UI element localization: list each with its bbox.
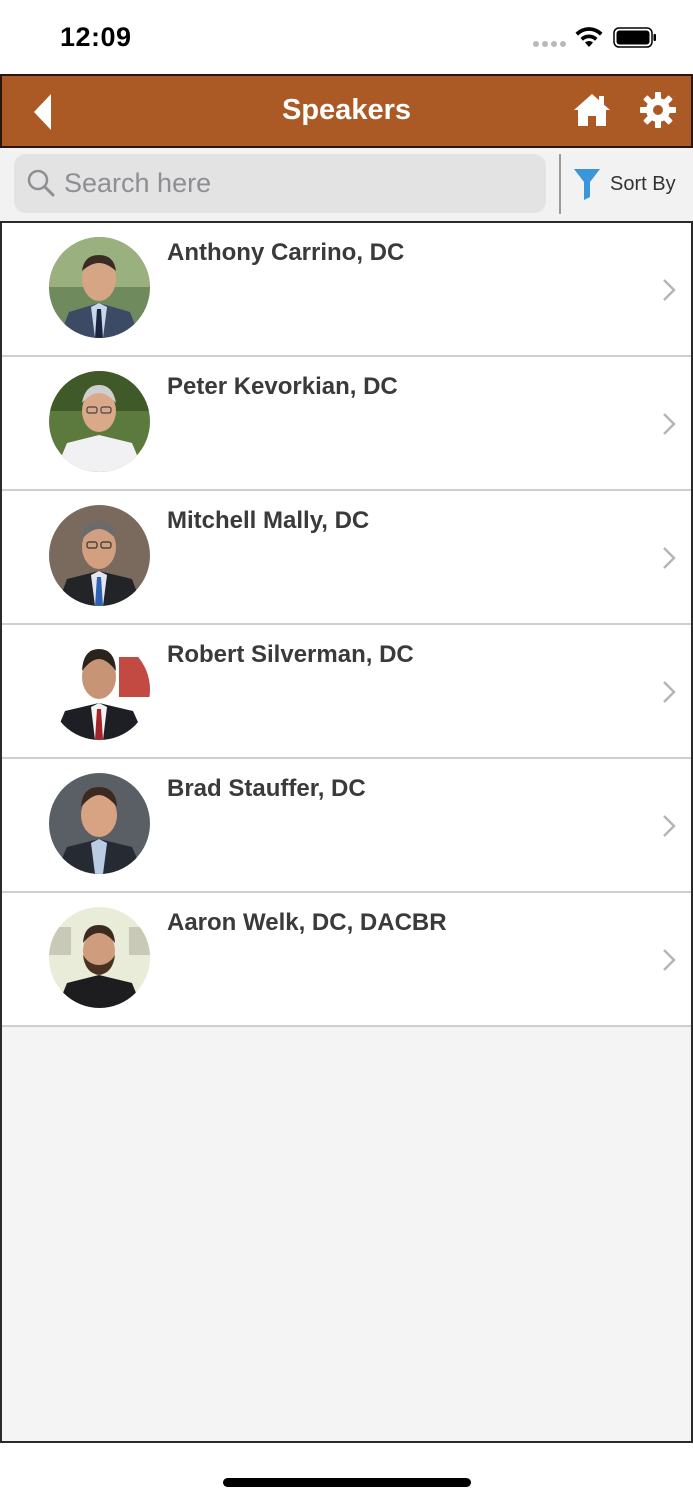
- cellular-signal-icon: [533, 41, 566, 47]
- speaker-name: Brad Stauffer, DC: [167, 775, 366, 802]
- search-box[interactable]: [14, 154, 546, 213]
- settings-button[interactable]: [638, 90, 678, 130]
- chevron-right-icon: [663, 413, 676, 435]
- chevron-right-icon: [663, 681, 676, 703]
- avatar: [49, 371, 150, 472]
- search-bar: Sort By: [0, 148, 693, 221]
- wifi-icon: [575, 27, 603, 47]
- chevron-right-icon: [663, 547, 676, 569]
- list-item[interactable]: Aaron Welk, DC, DACBR: [2, 893, 691, 1027]
- list-item[interactable]: Peter Kevorkian, DC: [2, 357, 691, 491]
- speaker-name: Robert Silverman, DC: [167, 641, 414, 668]
- chevron-right-icon: [663, 949, 676, 971]
- speaker-name: Mitchell Mally, DC: [167, 507, 370, 534]
- chevron-right-icon: [663, 279, 676, 301]
- speaker-name: Aaron Welk, DC, DACBR: [167, 909, 447, 936]
- avatar: [49, 639, 150, 740]
- avatar: [49, 505, 150, 606]
- avatar: [49, 907, 150, 1008]
- list-item[interactable]: Mitchell Mally, DC: [2, 491, 691, 625]
- home-button[interactable]: [572, 90, 612, 130]
- battery-icon: [613, 27, 656, 48]
- home-indicator[interactable]: [223, 1478, 471, 1487]
- avatar: [49, 237, 150, 338]
- speaker-name: Anthony Carrino, DC: [167, 239, 405, 266]
- speaker-name: Peter Kevorkian, DC: [167, 373, 398, 400]
- filter-icon: [574, 169, 600, 200]
- sort-by-label: Sort By: [610, 172, 676, 195]
- list-item[interactable]: Anthony Carrino, DC: [2, 223, 691, 357]
- avatar: [49, 773, 150, 874]
- search-icon: [27, 169, 55, 197]
- chevron-right-icon: [663, 815, 676, 837]
- status-time: 12:09: [60, 22, 132, 52]
- home-icon: [574, 94, 610, 126]
- status-bar: 12:09: [0, 0, 693, 74]
- search-input[interactable]: [64, 160, 534, 206]
- divider: [559, 154, 561, 214]
- app-header: Speakers: [0, 74, 693, 148]
- list-item[interactable]: Robert Silverman, DC: [2, 625, 691, 759]
- speaker-list: Anthony Carrino, DC Peter Kevorkian, DC: [0, 221, 693, 1443]
- list-item[interactable]: Brad Stauffer, DC: [2, 759, 691, 893]
- gear-icon: [640, 92, 676, 128]
- sort-by-button[interactable]: Sort By: [572, 160, 690, 208]
